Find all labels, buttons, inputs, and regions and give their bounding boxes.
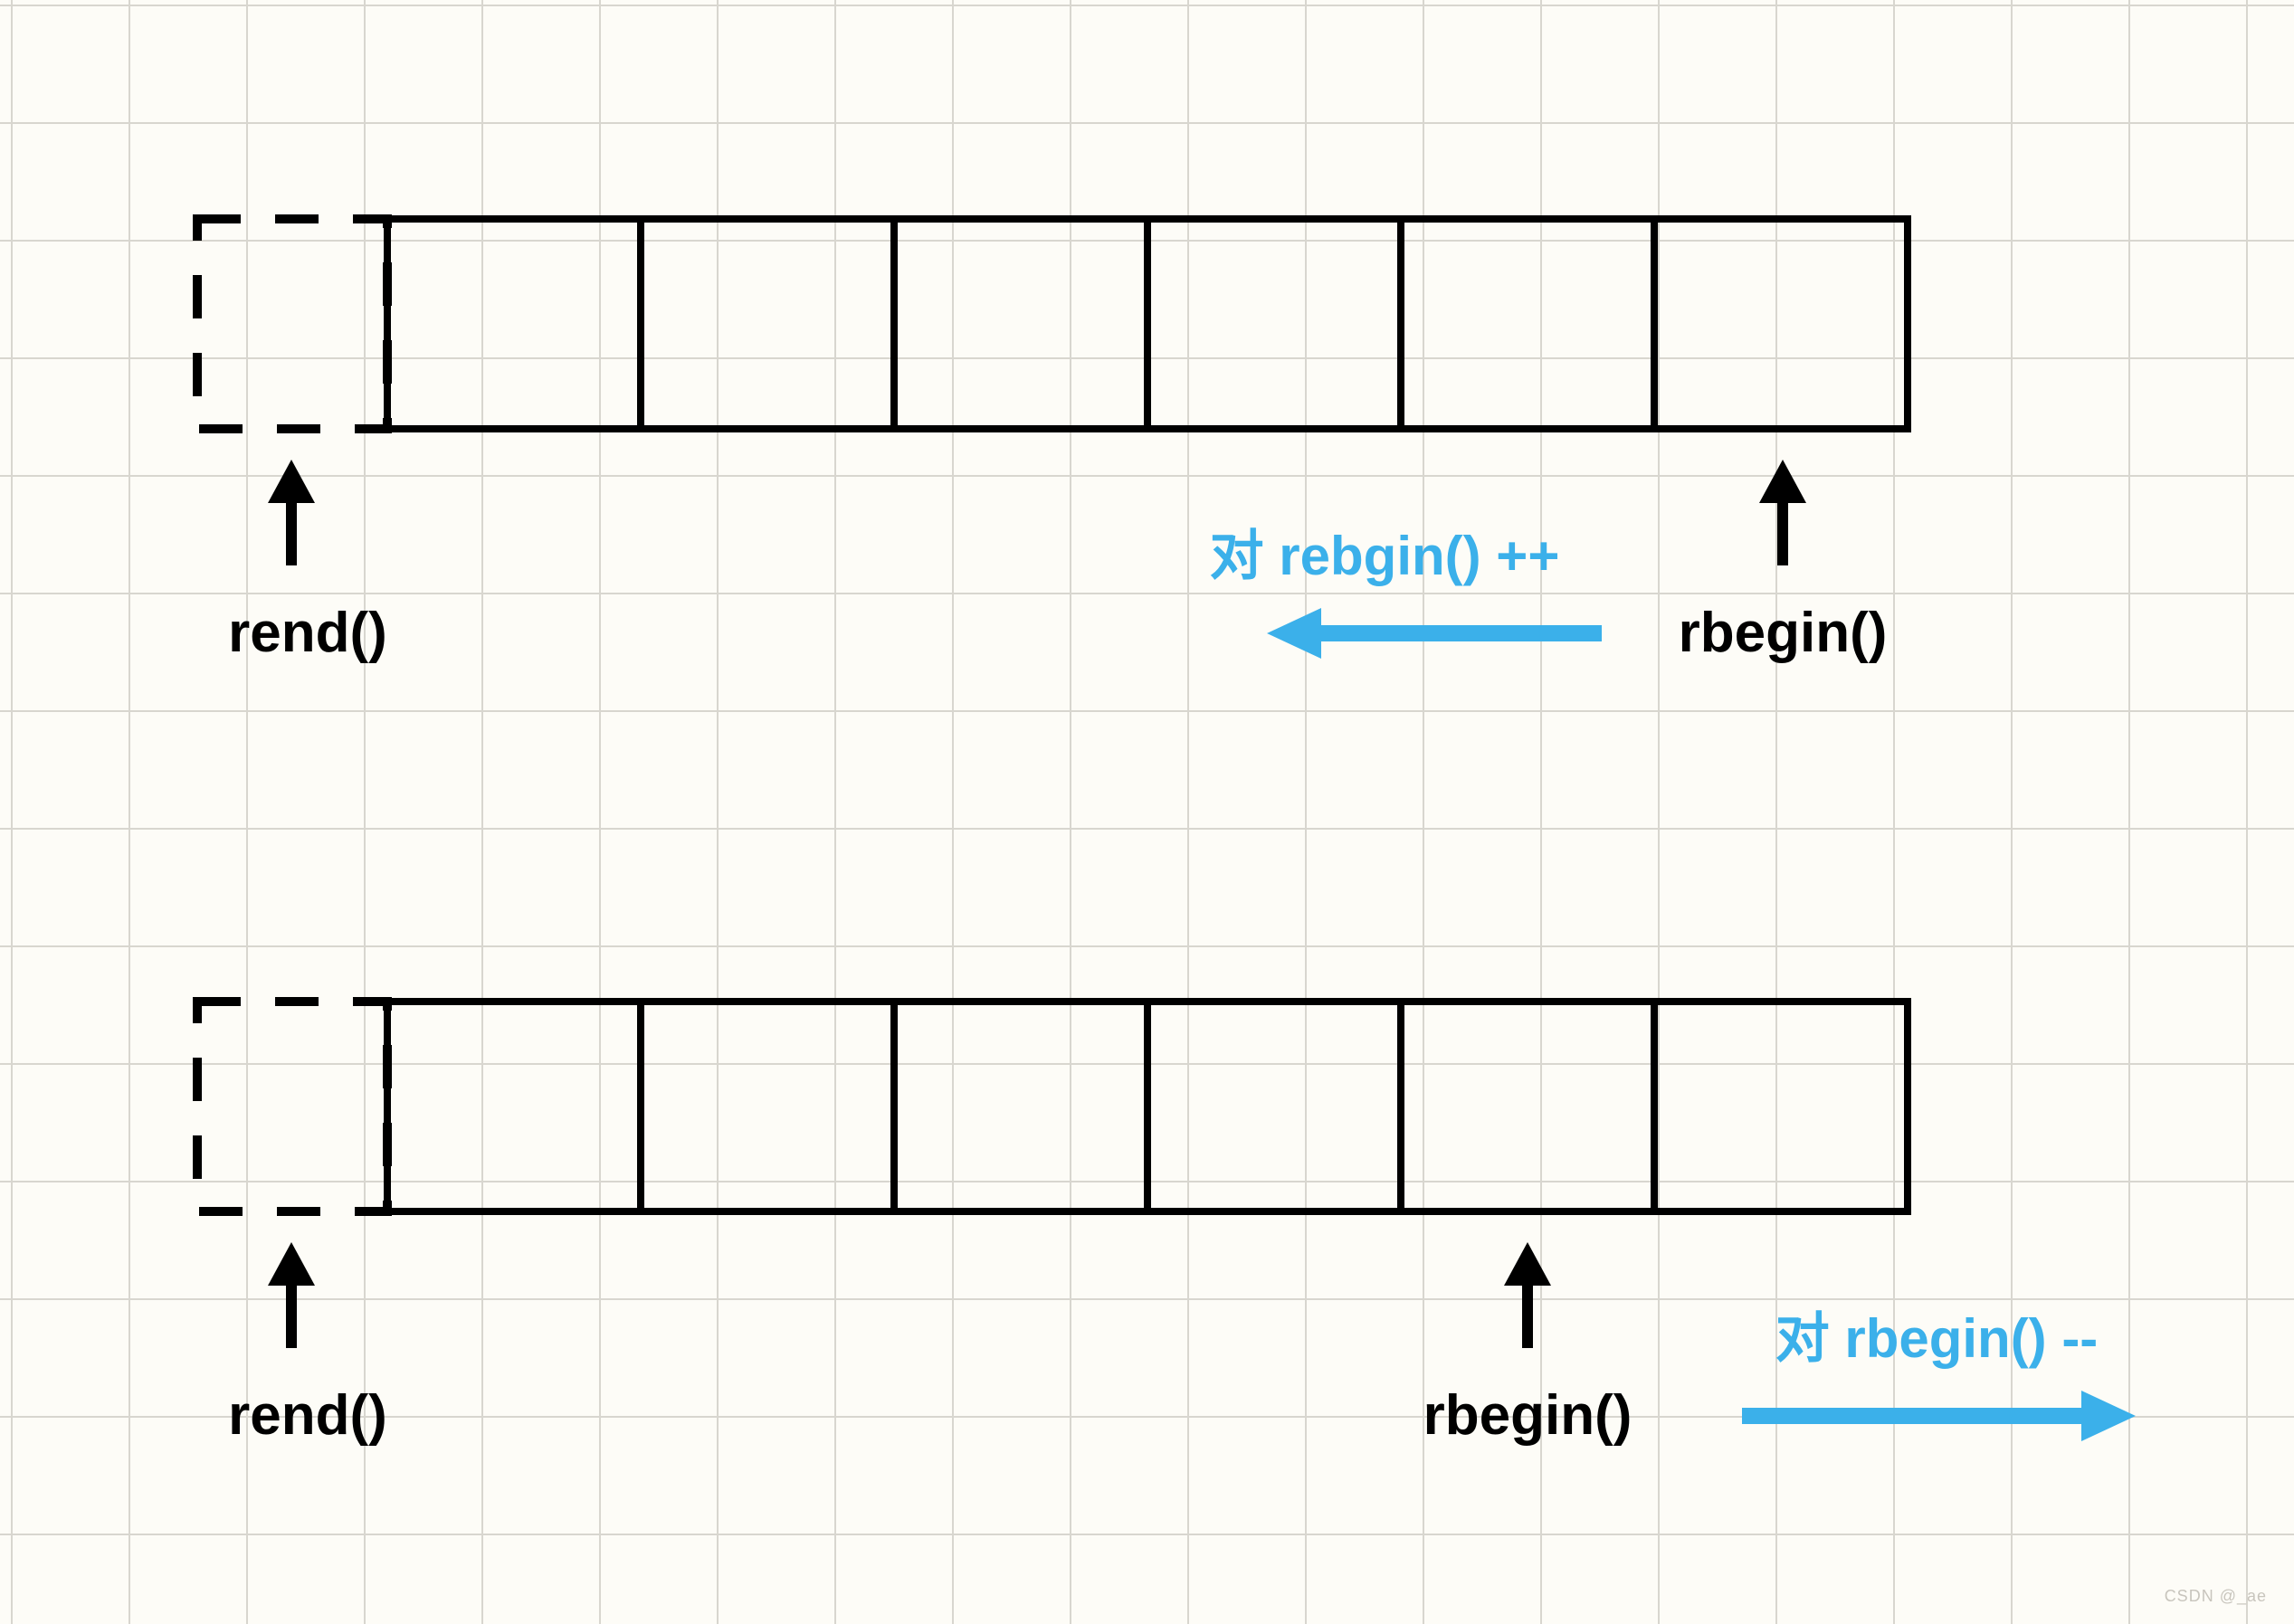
rend-label: rend() [228, 602, 387, 664]
direction-arrow-left [1267, 608, 1602, 659]
rbegin-pointer [1759, 460, 1806, 565]
direction-arrow-right [1742, 1391, 2136, 1441]
diagram-canvas: rend() rbegin() 对 rebgin() ++ rend() [0, 0, 2294, 1624]
rbegin-pointer [1504, 1242, 1551, 1348]
rend-pointer [268, 1242, 315, 1348]
phantom-cell [197, 1002, 387, 1211]
diagram-2: rend() rbegin() 对 rbegin() -- [197, 1002, 2136, 1447]
rend-label: rend() [228, 1384, 387, 1447]
operation-label: 对 rbegin() -- [1775, 1308, 2099, 1369]
operation-label: 对 rebgin() ++ [1210, 526, 1560, 586]
watermark: CSDN @_ae [2165, 1587, 2267, 1606]
rbegin-label: rbegin() [1423, 1384, 1632, 1447]
rbegin-label: rbegin() [1679, 602, 1888, 664]
phantom-cell [197, 219, 387, 429]
rend-pointer [268, 460, 315, 565]
diagram-1: rend() rbegin() 对 rebgin() ++ [197, 219, 1908, 664]
